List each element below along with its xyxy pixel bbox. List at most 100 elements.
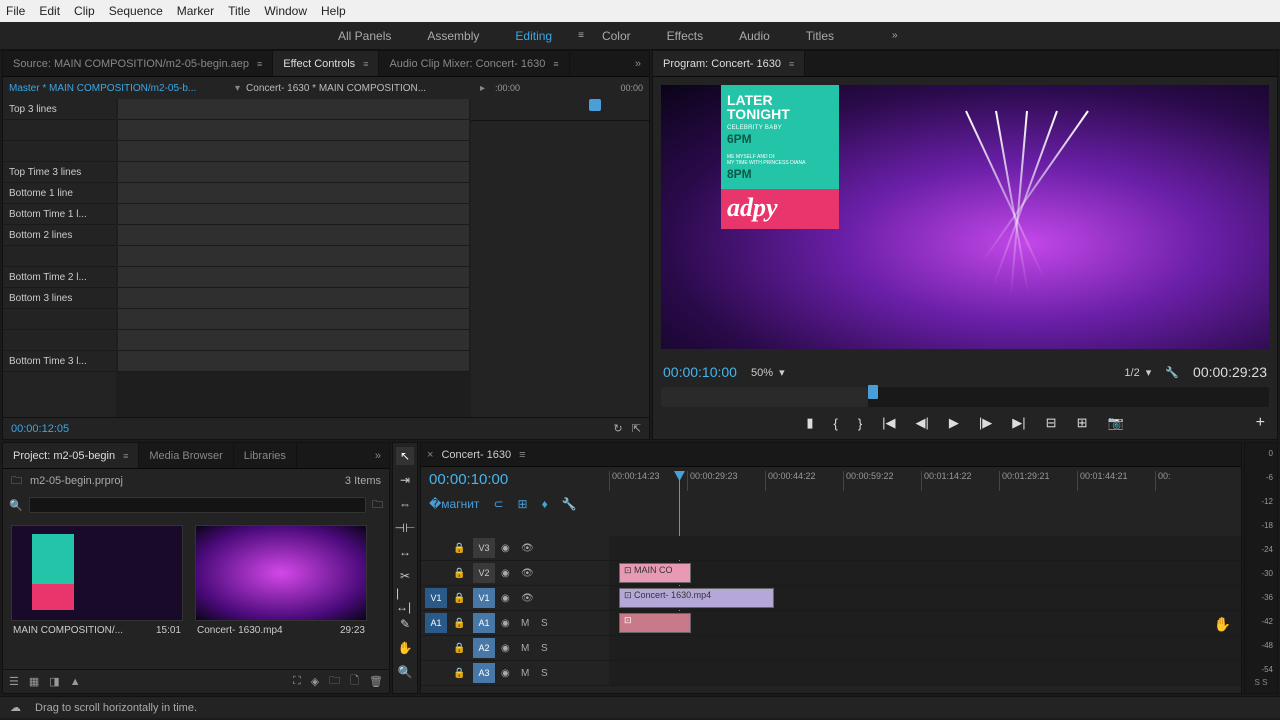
automate-icon[interactable]: ⛶ (293, 675, 301, 688)
project-overflow-icon[interactable]: » (367, 450, 389, 462)
effect-timecode[interactable]: 00:00:12:05 (11, 423, 69, 435)
tab-program[interactable]: Program: Concert- 1630≡ (653, 51, 805, 76)
razor-tool-icon[interactable]: ✂ (396, 567, 414, 585)
export-frame-icon[interactable]: 📷 (1107, 415, 1123, 431)
menu-title[interactable]: Title (228, 4, 250, 18)
effect-prop[interactable] (3, 330, 116, 351)
tab-media-browser[interactable]: Media Browser (139, 443, 233, 468)
workspace-effects[interactable]: Effects (649, 22, 721, 49)
source-patch-a1[interactable]: A1 (425, 613, 447, 633)
icon-view-icon[interactable]: ▦ (29, 675, 39, 688)
step-forward-icon[interactable]: |▶ (979, 415, 992, 431)
settings-icon[interactable]: 🔧 (1165, 366, 1179, 379)
mute-label[interactable]: M (521, 618, 535, 629)
effect-prop[interactable] (3, 246, 116, 267)
lock-icon[interactable]: 🔒 (453, 543, 467, 554)
lock-icon[interactable]: 🔒 (453, 593, 467, 604)
in-point-icon[interactable]: { (833, 416, 837, 431)
bin-icon[interactable]: 🗀 (11, 472, 22, 491)
list-view-icon[interactable]: ☰ (9, 675, 19, 688)
workspace-overflow-icon[interactable]: » (892, 30, 898, 41)
audio-meter-panel[interactable]: 0-6 -12-18 -24-30 -36-42 -48-54 S S (1244, 442, 1278, 694)
tab-audio-mixer[interactable]: Audio Clip Mixer: Concert- 1630≡ (379, 51, 569, 76)
mark-in-icon[interactable]: ▮ (806, 415, 813, 431)
play-icon[interactable]: ▸ (476, 83, 489, 94)
source-patch-v1[interactable]: V1 (425, 588, 447, 608)
project-search-input[interactable] (29, 497, 366, 513)
solo-label[interactable]: S (541, 668, 555, 679)
program-timecode[interactable]: 00:00:10:00 (663, 364, 737, 380)
workspace-assembly[interactable]: Assembly (409, 22, 497, 49)
project-item[interactable]: MAIN COMPOSITION/... 15:01 (11, 525, 183, 661)
play-icon[interactable]: ▶ (949, 415, 959, 431)
track-target-v3[interactable]: V3 (473, 538, 495, 558)
out-point-icon[interactable]: } (858, 416, 862, 431)
cc-icon[interactable]: ☁ (10, 701, 21, 714)
rate-tool-icon[interactable]: ↔ (396, 543, 414, 561)
program-zoom[interactable]: 50% ▾ (751, 366, 785, 379)
menu-clip[interactable]: Clip (74, 4, 95, 18)
effect-prop[interactable] (3, 141, 116, 162)
snap-icon[interactable]: �магнит (429, 497, 479, 511)
workspace-audio[interactable]: Audio (721, 22, 788, 49)
toggle-output-icon[interactable]: ◉ (501, 593, 515, 604)
menu-marker[interactable]: Marker (177, 4, 214, 18)
effect-playhead-icon[interactable] (589, 99, 601, 111)
effect-prop[interactable] (3, 309, 116, 330)
slip-tool-icon[interactable]: |↔| (396, 591, 414, 609)
solo-indicator[interactable]: S S (1255, 678, 1268, 687)
clip-v1[interactable]: ⊡ Concert- 1630.mp4 (619, 588, 774, 608)
lock-icon[interactable]: 🔒 (453, 668, 467, 679)
tab-source[interactable]: Source: MAIN COMPOSITION/m2-05-begin.aep… (3, 51, 273, 76)
clip-v2[interactable]: ⊡ MAIN CO (619, 563, 691, 583)
toggle-sync-icon[interactable]: 👁 (521, 543, 535, 554)
mute-icon[interactable]: ◉ (501, 668, 515, 679)
menu-file[interactable]: File (6, 4, 25, 18)
thumbnail[interactable] (11, 525, 183, 621)
track-target-v2[interactable]: V2 (473, 563, 495, 583)
effect-master-clip[interactable]: Master * MAIN COMPOSITION/m2-05-b... (3, 83, 235, 94)
timeline-ruler[interactable]: 00:00:14:2300:00:29:23 00:00:44:2200:00:… (609, 471, 1233, 491)
effect-prop[interactable]: Bottom Time 2 l... (3, 267, 116, 288)
menu-window[interactable]: Window (264, 4, 307, 18)
workspace-all-panels[interactable]: All Panels (320, 22, 409, 49)
track-target-a2[interactable]: A2 (473, 638, 495, 658)
program-playhead-icon[interactable] (868, 385, 878, 399)
export-icon[interactable]: ⇱ (632, 423, 641, 435)
toggle-output-icon[interactable]: ◉ (501, 543, 515, 554)
new-item-icon[interactable]: 🗋 (350, 672, 359, 691)
effect-timeline[interactable] (471, 99, 649, 417)
effect-prop[interactable] (3, 120, 116, 141)
effect-prop[interactable]: Bottom 3 lines (3, 288, 116, 309)
pen-tool-icon[interactable]: ✎ (396, 615, 414, 633)
lock-icon[interactable]: 🔒 (453, 618, 467, 629)
selection-tool-icon[interactable]: ↖ (396, 447, 414, 465)
solo-label[interactable]: S (541, 643, 555, 654)
go-to-in-icon[interactable]: |◀ (882, 415, 895, 431)
button-editor-icon[interactable]: + (1256, 414, 1265, 432)
sort-icon[interactable]: ▲ (70, 676, 81, 688)
workspace-color[interactable]: Color (584, 22, 649, 49)
settings-icon[interactable]: 🔧 (562, 497, 577, 511)
effect-prop[interactable]: Top Time 3 lines (3, 162, 116, 183)
toggle-sync-icon[interactable]: 👁 (521, 568, 535, 579)
zoom-tool-icon[interactable]: 🔍 (396, 663, 414, 681)
tab-project[interactable]: Project: m2-05-begin≡ (3, 443, 139, 468)
sequence-marker-icon[interactable]: ♦ (542, 497, 548, 511)
thumbnail[interactable] (195, 525, 367, 621)
search-icon[interactable]: 🔍 (9, 499, 23, 512)
menu-help[interactable]: Help (321, 4, 346, 18)
effect-sequence-clip[interactable]: Concert- 1630 * MAIN COMPOSITION... (240, 83, 476, 94)
mute-label[interactable]: M (521, 643, 535, 654)
marker-icon[interactable]: ⊞ (518, 497, 528, 511)
program-scrubber[interactable] (661, 387, 1269, 407)
program-resolution[interactable]: 1/2 ▾ (1124, 366, 1151, 379)
linked-selection-icon[interactable]: ⊂ (493, 497, 503, 511)
find-icon[interactable]: ◈ (311, 675, 319, 688)
mute-label[interactable]: M (521, 668, 535, 679)
track-target-a1[interactable]: A1 (473, 613, 495, 633)
effect-prop[interactable]: Bottom Time 1 l... (3, 204, 116, 225)
folder-icon[interactable]: 🗀 (372, 496, 383, 515)
clip-a1[interactable]: ⊡ (619, 613, 691, 633)
go-to-out-icon[interactable]: ▶| (1012, 415, 1025, 431)
